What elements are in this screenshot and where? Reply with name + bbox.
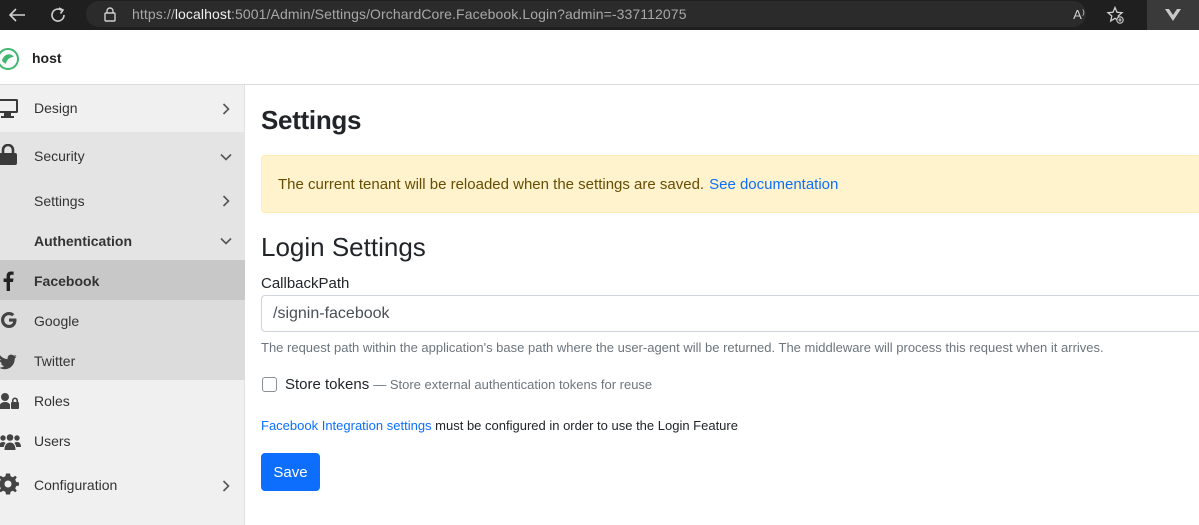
store-tokens-hint: — Store external authentication tokens f…	[373, 377, 653, 392]
callback-path-hint: The request path within the application'…	[261, 340, 1104, 355]
twitter-icon	[0, 351, 21, 373]
integration-note: Facebook Integration settings must be co…	[261, 418, 738, 433]
gear-icon	[0, 473, 19, 495]
url-text[interactable]: https://localhost:5001/Admin/Settings/Or…	[132, 6, 687, 22]
sidebar-item-label: Settings	[34, 193, 85, 209]
sidebar-item-label: Security	[34, 148, 85, 164]
google-icon	[0, 309, 22, 331]
facebook-integration-link[interactable]: Facebook Integration settings	[261, 418, 432, 433]
extension-icon[interactable]	[1147, 0, 1199, 30]
sidebar-item-label: Twitter	[34, 353, 76, 369]
app-header: host	[0, 30, 1199, 85]
favorites-add-icon[interactable]	[1097, 0, 1133, 30]
sidebar-item-label: Authentication	[34, 233, 132, 249]
browser-toolbar: https://localhost:5001/Admin/Settings/Or…	[0, 0, 1199, 30]
admin-sidebar: Design Security Settings Authentication …	[0, 85, 245, 525]
section-title: Login Settings	[261, 232, 426, 262]
store-tokens-checkbox[interactable]	[262, 377, 277, 392]
sidebar-item-facebook[interactable]: Facebook	[0, 260, 245, 300]
sidebar-item-google[interactable]: Google	[0, 300, 245, 340]
sidebar-item-label: Roles	[34, 393, 70, 409]
sidebar-item-label: Design	[34, 100, 78, 116]
store-tokens-label[interactable]: Store tokens — Store external authenticat…	[285, 376, 652, 393]
monitor-icon	[0, 97, 20, 119]
sidebar-item-label: Users	[34, 433, 71, 449]
reload-warning-alert: The current tenant will be reloaded when…	[261, 155, 1199, 213]
sidebar-item-label: Facebook	[34, 273, 100, 289]
callback-path-input[interactable]: /signin-facebook	[261, 295, 1199, 332]
sidebar-item-authentication[interactable]: Authentication	[0, 219, 245, 259]
read-aloud-icon[interactable]: A⁾	[1061, 0, 1097, 30]
users-icon	[0, 431, 21, 453]
sidebar-item-label: Configuration	[34, 477, 118, 493]
chevron-right-icon	[219, 194, 233, 208]
alert-text: The current tenant will be reloaded when…	[278, 175, 705, 193]
facebook-icon	[2, 270, 24, 292]
chevron-right-icon	[219, 102, 233, 116]
refresh-icon[interactable]	[43, 0, 73, 30]
save-button[interactable]: Save	[261, 453, 320, 491]
sidebar-item-configuration[interactable]: Configuration	[0, 460, 245, 508]
integration-note-text: must be configured in order to use the L…	[431, 418, 738, 433]
sidebar-item-twitter[interactable]: Twitter	[0, 340, 245, 380]
store-tokens-text: Store tokens	[285, 376, 370, 393]
sidebar-item-security[interactable]: Security	[0, 132, 245, 179]
sidebar-item-roles[interactable]: Roles	[0, 380, 245, 420]
user-lock-icon	[0, 390, 21, 412]
callback-path-label: CallbackPath	[261, 275, 350, 292]
chevron-down-icon	[219, 150, 233, 164]
chevron-down-icon	[219, 234, 233, 248]
lock-icon	[0, 144, 20, 166]
page-title: Settings	[261, 105, 362, 135]
chevron-right-icon	[219, 479, 233, 493]
sidebar-item-users[interactable]: Users	[0, 420, 245, 460]
orchard-logo-icon[interactable]	[0, 48, 19, 70]
sidebar-item-security-settings[interactable]: Settings	[0, 179, 245, 219]
address-bar[interactable]: https://localhost:5001/Admin/Settings/Or…	[86, 1, 1086, 27]
sidebar-item-label: Google	[34, 313, 80, 329]
brand-name[interactable]: host	[32, 50, 62, 66]
lock-icon[interactable]	[104, 6, 118, 22]
documentation-link[interactable]: See documentation	[709, 176, 838, 193]
sidebar-item-design[interactable]: Design	[0, 85, 245, 132]
back-icon[interactable]	[2, 0, 32, 30]
